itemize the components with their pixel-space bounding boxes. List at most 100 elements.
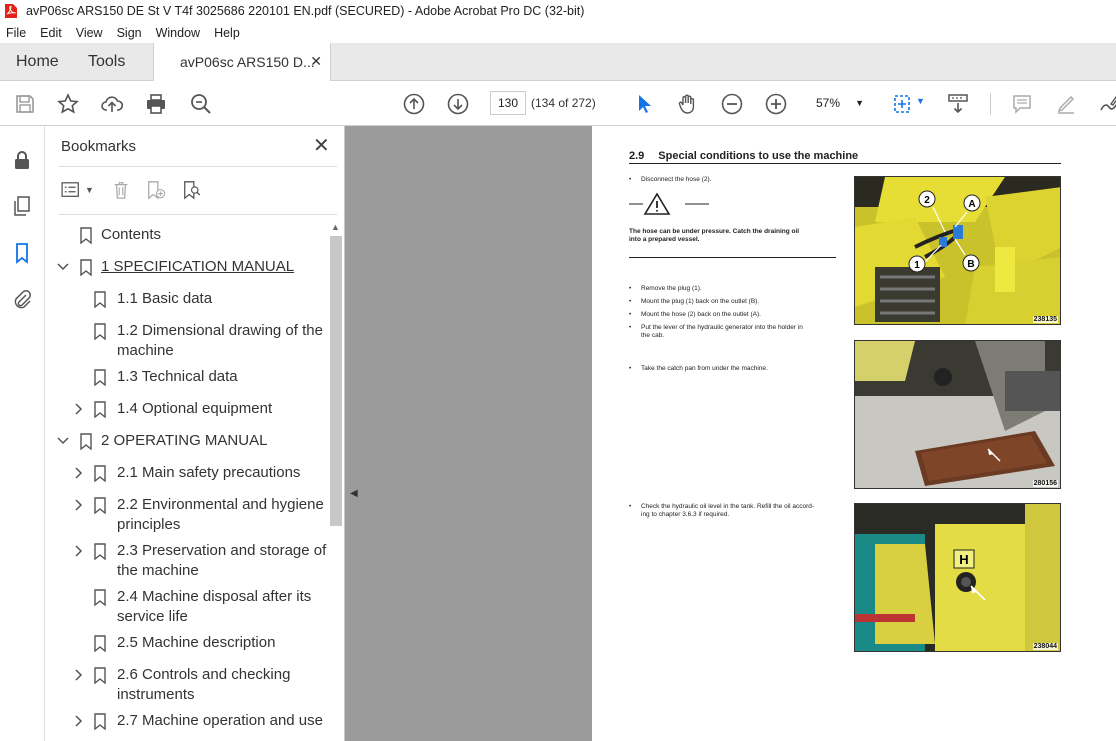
new-bookmark-icon[interactable]	[146, 178, 166, 202]
attachment-icon[interactable]	[10, 288, 34, 312]
scrollbar-thumb[interactable]	[330, 236, 342, 526]
bookmark-label: 2.1 Main safety precautions	[117, 464, 301, 481]
callout-2: 2	[924, 195, 930, 206]
bookmark-flag-icon	[94, 635, 106, 652]
menu-file[interactable]: File	[6, 26, 26, 40]
bookmark-flag-icon	[94, 589, 106, 606]
bookmark-label: 2 OPERATING MANUAL	[101, 432, 268, 449]
zoom-search-icon[interactable]	[188, 91, 214, 117]
scroll-mode-icon[interactable]	[945, 91, 971, 117]
pdf-page: 2.9 Special conditions to use the machine…	[592, 126, 1116, 741]
bookmark-label: 1.1 Basic data	[117, 290, 213, 307]
chevron-right-icon[interactable]	[73, 715, 85, 727]
bookmark-label: 1.4 Optional equipment	[117, 400, 273, 417]
toolbar: 130 (134 of 272) 57% ▼ ▼	[0, 81, 1116, 126]
zoom-in-icon[interactable]	[763, 91, 789, 117]
bookmark-label-cont: machine	[117, 342, 174, 359]
bookmark-label: 1.2 Dimensional drawing of the	[117, 322, 323, 339]
bookmark-label: 2.6 Controls and checking	[117, 666, 291, 683]
step-text: Disconnect the hose (2).	[629, 176, 712, 184]
divider	[629, 257, 836, 258]
tab-document[interactable]: avP06sc ARS150 D... ✕	[153, 43, 331, 81]
image-number: 280156	[1032, 480, 1058, 487]
bookmark-options-icon[interactable]: ▼	[61, 178, 94, 202]
bookmark-star-icon[interactable]	[55, 91, 81, 117]
bookmark-label-cont: instruments	[117, 686, 195, 703]
select-cursor-icon[interactable]	[631, 91, 657, 117]
chevron-down-icon: ▼	[855, 98, 864, 108]
chevron-right-icon[interactable]	[73, 467, 85, 479]
print-icon[interactable]	[143, 91, 169, 117]
bookmarks-panel-icon[interactable]	[10, 241, 34, 265]
callout-a: A	[968, 199, 975, 210]
draw-icon[interactable]	[1096, 91, 1116, 117]
collapse-panel-icon[interactable]: ◀	[350, 488, 358, 499]
page-up-icon[interactable]	[401, 91, 427, 117]
upload-cloud-icon[interactable]	[99, 91, 125, 117]
step-text: Put the lever of the hydraulic generator…	[629, 324, 803, 332]
callout-1: 1	[914, 260, 920, 271]
callout-b: B	[967, 259, 974, 270]
page-down-icon[interactable]	[445, 91, 471, 117]
section-title: Special conditions to use the machine	[658, 150, 859, 162]
chevron-down-icon[interactable]	[57, 435, 69, 447]
section-number: 2.9	[629, 150, 645, 162]
bookmark-flag-icon	[94, 323, 106, 340]
lock-icon[interactable]	[10, 148, 34, 172]
bookmark-label-cont: principles	[117, 516, 181, 533]
scroll-up-icon[interactable]: ▲	[331, 222, 340, 232]
menu-help[interactable]: Help	[214, 26, 240, 40]
catch-pan-photo: 280156	[854, 340, 1061, 489]
menu-sign[interactable]: Sign	[117, 26, 142, 40]
zoom-select[interactable]: 57% ▼	[812, 91, 866, 115]
delete-bookmark-icon[interactable]	[112, 178, 130, 202]
menu-bar: File Edit View Sign Window Help	[0, 22, 1116, 43]
menu-view[interactable]: View	[76, 26, 103, 40]
page-count: (134 of 272)	[531, 96, 596, 110]
chevron-right-icon[interactable]	[73, 545, 85, 557]
tab-home[interactable]: Home	[16, 53, 59, 71]
bookmark-flag-icon	[94, 465, 106, 482]
close-icon[interactable]: ✕	[313, 136, 330, 156]
hand-tool-icon[interactable]	[675, 91, 701, 117]
bookmark-flag-icon	[94, 291, 106, 308]
fit-dropdown-icon[interactable]: ▼	[916, 96, 925, 106]
menu-edit[interactable]: Edit	[40, 26, 62, 40]
close-tab-icon[interactable]: ✕	[310, 53, 322, 70]
section-heading: 2.9 Special conditions to use the machine	[629, 150, 1061, 164]
warning-text-line2: into a prepared vessel.	[629, 236, 700, 243]
bookmark-flag-icon	[94, 369, 106, 386]
bookmarks-title: Bookmarks	[61, 138, 137, 155]
highlight-pen-icon[interactable]	[1053, 91, 1079, 117]
pages-icon[interactable]	[10, 194, 34, 218]
fit-page-icon[interactable]	[890, 91, 916, 117]
gauge-letter: H	[959, 552, 968, 567]
bookmarks-scrollbar[interactable]: ▲	[329, 222, 343, 741]
tab-tools[interactable]: Tools	[88, 53, 125, 71]
tab-document-label: avP06sc ARS150 D...	[180, 54, 315, 70]
bookmark-label: 2.4 Machine disposal after its	[117, 588, 312, 605]
page-number-input[interactable]: 130	[490, 91, 526, 115]
step-text-cont: ing to chapter 3.6.3 if required.	[641, 511, 730, 518]
left-rail	[0, 126, 45, 741]
chevron-right-icon[interactable]	[73, 669, 85, 681]
bookmark-label: 2.7 Machine operation and use	[117, 712, 323, 729]
step-text: Take the catch pan from under the machin…	[629, 365, 768, 373]
bookmark-label: 2.2 Environmental and hygiene	[117, 496, 324, 513]
comment-icon[interactable]	[1009, 91, 1035, 117]
chevron-right-icon[interactable]	[73, 403, 85, 415]
bookmark-flag-icon	[80, 433, 92, 450]
find-bookmark-icon[interactable]	[182, 178, 202, 202]
acrobat-icon	[5, 4, 17, 18]
chevron-down-icon[interactable]	[57, 261, 69, 273]
tab-bar: Home Tools avP06sc ARS150 D... ✕	[0, 43, 1116, 81]
zoom-out-icon[interactable]	[719, 91, 745, 117]
bookmark-label: 2.5 Machine description	[117, 634, 276, 651]
image-number: 238135	[1032, 316, 1058, 323]
chevron-right-icon[interactable]	[73, 499, 85, 511]
divider	[59, 166, 337, 167]
menu-window[interactable]: Window	[156, 26, 200, 40]
oil-level-gauge-photo: H 238044	[854, 503, 1061, 652]
warning-icon	[629, 192, 709, 215]
save-icon[interactable]	[12, 91, 38, 117]
